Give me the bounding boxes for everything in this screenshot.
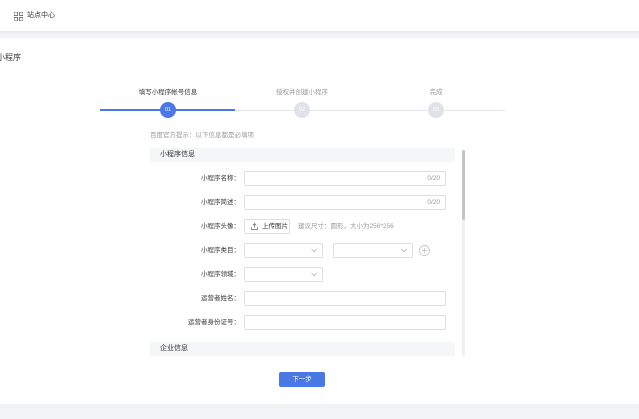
step-circle-3: 03	[428, 102, 444, 118]
step-circle-1: 01	[160, 102, 176, 118]
form-scrollbar[interactable]	[462, 150, 465, 356]
operator-name-field[interactable]	[244, 291, 446, 306]
upload-icon	[251, 223, 258, 230]
step-circle-2: 02	[294, 102, 310, 118]
main-card: 小程序 填写小程序帐号信息 授权并创建小程序 完成 01 02 03 百度官方提…	[0, 38, 639, 404]
avatar-hint: 建议尺寸：圆形，大小为256*256	[298, 223, 394, 230]
operator-id-label: 运营者身份证号：	[188, 319, 240, 326]
page-title: 小程序	[0, 53, 21, 62]
step-label-1: 填写小程序帐号信息	[138, 89, 198, 96]
site-center-link[interactable]: 站点中心	[27, 11, 55, 21]
operator-name-label: 运营者姓名：	[201, 295, 240, 302]
plus-circle-icon[interactable]	[419, 245, 430, 256]
operator-name-input[interactable]	[245, 292, 445, 305]
category-secondary-select[interactable]	[333, 243, 413, 258]
name-label: 小程序名称：	[201, 175, 240, 182]
upload-image-button[interactable]: 上传图片	[244, 219, 290, 234]
section-app-info: 小程序信息	[150, 148, 455, 162]
description-label: 小程序简述：	[201, 199, 240, 206]
description-input[interactable]	[245, 196, 445, 209]
operator-id-input[interactable]	[245, 316, 445, 329]
operator-id-field[interactable]	[244, 315, 446, 330]
name-input[interactable]	[245, 172, 445, 185]
chevron-down-icon	[311, 272, 317, 277]
scrollbar-thumb[interactable]	[462, 150, 465, 220]
name-counter: 0/20	[427, 175, 440, 182]
next-step-button[interactable]: 下一步	[279, 372, 325, 387]
grid-icon[interactable]	[14, 12, 23, 21]
category-label: 小程序类目：	[201, 247, 240, 254]
chevron-down-icon	[311, 248, 317, 253]
section-company-info: 企业信息	[150, 342, 455, 356]
step-label-3: 完成	[429, 89, 443, 96]
chevron-down-icon	[401, 248, 407, 253]
description-field[interactable]: 0/20	[244, 195, 446, 210]
upload-image-label: 上传图片	[262, 223, 288, 230]
name-field[interactable]: 0/20	[244, 171, 446, 186]
step-label-2: 授权并创建小程序	[276, 89, 328, 96]
description-counter: 0/20	[427, 199, 440, 206]
domain-select[interactable]	[244, 267, 323, 282]
domain-label: 小程序领域：	[201, 271, 240, 278]
category-primary-select[interactable]	[244, 243, 323, 258]
required-notice: 百度官方提示：以下信息都是必填项	[150, 132, 254, 139]
avatar-label: 小程序头像：	[201, 223, 240, 230]
top-bar: 站点中心	[0, 0, 639, 31]
page-title-wrap: 小程序	[0, 52, 60, 64]
